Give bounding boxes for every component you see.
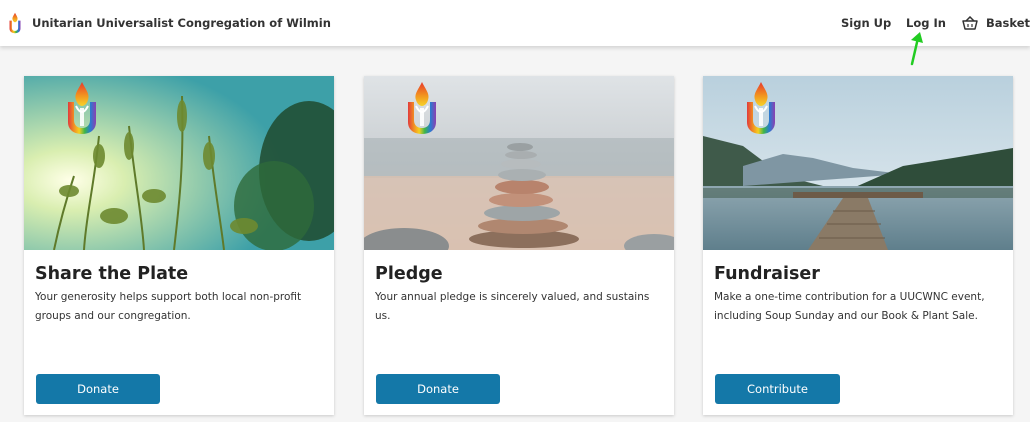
basket-label: Basket: [986, 16, 1030, 30]
share-the-plate-card: Share the Plate Your generosity helps su…: [24, 76, 334, 415]
basket-icon: [962, 16, 978, 30]
pointer-arrow-icon: [910, 32, 923, 66]
top-navigation-bar: Unitarian Universalist Congregation of W…: [0, 0, 1030, 46]
card-image-lake-dock: [703, 76, 1013, 250]
log-in-link[interactable]: Log In: [906, 16, 946, 30]
card-title: Share the Plate: [35, 264, 189, 284]
pledge-card: Pledge Your annual pledge is sincerely v…: [364, 76, 674, 415]
donate-button[interactable]: Donate: [36, 374, 160, 404]
brand[interactable]: Unitarian Universalist Congregation of W…: [7, 12, 331, 34]
organization-name[interactable]: Unitarian Universalist Congregation of W…: [32, 16, 331, 30]
card-image-stacked-stones: [364, 76, 674, 250]
card-description: Make a one-time contribution for a UUCWN…: [714, 291, 985, 322]
chalice-logo-icon: [743, 80, 779, 136]
basket-link[interactable]: Basket: [962, 16, 1030, 30]
chalice-logo-icon: [64, 80, 100, 136]
chalice-logo-icon: [7, 12, 23, 34]
card-description: Your annual pledge is sincerely valued, …: [375, 291, 650, 322]
contribute-button[interactable]: Contribute: [715, 374, 840, 404]
fundraiser-card: Fundraiser Make a one-time contribution …: [703, 76, 1013, 415]
sign-up-link[interactable]: Sign Up: [841, 16, 891, 30]
card-title: Pledge: [375, 264, 443, 284]
card-description: Your generosity helps support both local…: [35, 291, 302, 322]
donate-button[interactable]: Donate: [376, 374, 500, 404]
card-title: Fundraiser: [714, 264, 820, 284]
chalice-logo-icon: [404, 80, 440, 136]
card-image-sunlit-plants: [24, 76, 334, 250]
